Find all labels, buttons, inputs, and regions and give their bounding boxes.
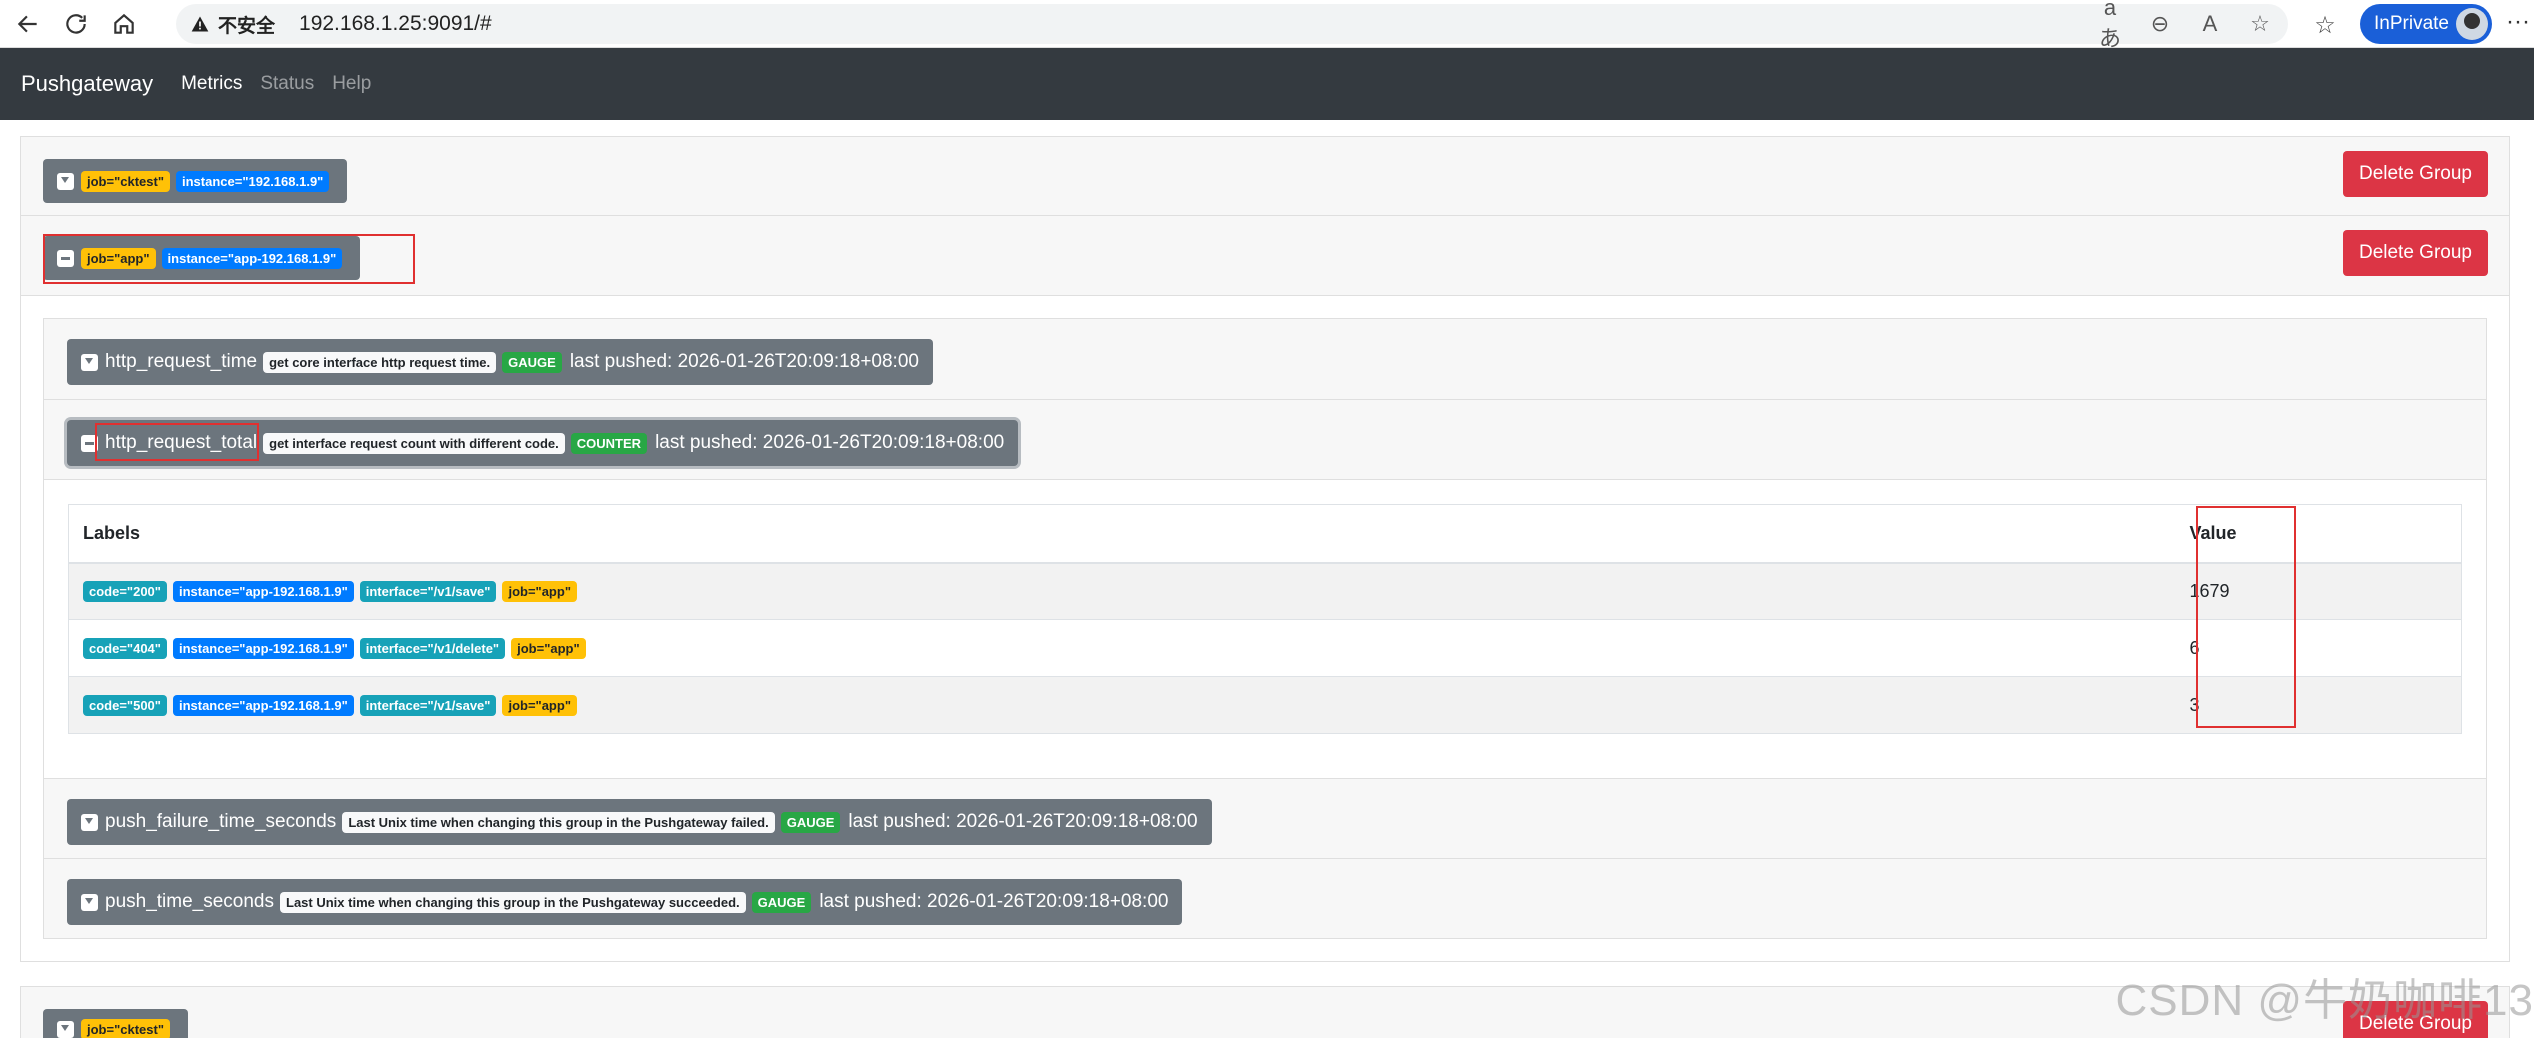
table-row: code="200" instance="app-192.168.1.9" inte… (68, 562, 2462, 620)
value-cell: 3 (2175, 676, 2462, 734)
metric-row: http_request_time get core interface htt… (44, 319, 2486, 399)
label-badge: job="app" (511, 638, 586, 659)
label-badge: instance="app-192.168.1.9" (172, 581, 354, 603)
security-label: 不安全 (218, 15, 276, 37)
label-badge: code="500" (83, 695, 167, 716)
brand-link[interactable]: Pushgateway (21, 71, 153, 97)
expand-icon (57, 1020, 74, 1038)
expand-icon (81, 353, 98, 371)
home-icon[interactable] (104, 4, 144, 44)
address-bar[interactable]: 不安全 192.168.1.25:9091/# aあ ⊖ A ☆ (176, 0, 2288, 51)
metric-detail: Labels Value code="200" instance="app-192… (44, 479, 2486, 778)
label-badge: instance="192.168.1.9" (176, 170, 330, 192)
metric-toggle-button[interactable]: push_failure_time_seconds Last Unix time… (67, 799, 1212, 845)
labels-header: Labels (68, 504, 2176, 564)
label-badge: interface="/v1/delete" (359, 638, 506, 659)
last-pushed: last pushed: 2026-01-26T20:09:18+08:00 (848, 811, 1198, 832)
metric-name: http_request_time (105, 351, 258, 372)
label-badge: job="cktest" (81, 170, 170, 192)
read-aloud-icon[interactable]: aあ (2096, 0, 2124, 53)
metric-row: http_request_total get interface request… (44, 399, 2486, 479)
group-header: job="app" instance="app-192.168.1.9" Del… (20, 216, 2510, 296)
label-badge: instance="app-192.168.1.9" (161, 247, 343, 269)
last-pushed: last pushed: 2026-01-26T20:09:18+08:00 (655, 432, 1005, 453)
value-cell: 1679 (2175, 562, 2462, 620)
label-badge: job="app" (502, 581, 577, 603)
label-badge: instance="app-192.168.1.9" (172, 638, 354, 659)
metric-toggle-button[interactable]: http_request_total get interface request… (67, 420, 1019, 466)
metric-row: push_failure_time_seconds Last Unix time… (44, 778, 2486, 858)
type-badge: GAUGE (780, 811, 841, 833)
help-badge: Last Unix time when changing this group … (280, 891, 746, 913)
value-cell: 6 (2175, 619, 2462, 677)
label-badge: code="404" (83, 638, 167, 659)
favorite-star-icon[interactable]: ☆ (2246, 11, 2274, 37)
table-row: code="500" instance="app-192.168.1.9" inte… (68, 676, 2462, 734)
group-toggle-button[interactable]: job="cktest" instance="192.168.1.9" (43, 159, 348, 203)
metrics-content: job="cktest" instance="192.168.1.9" Dele… (20, 136, 2510, 1038)
collapse-icon (57, 249, 74, 267)
delete-group-button[interactable]: Delete Group (2342, 230, 2488, 276)
back-icon[interactable] (8, 4, 48, 44)
help-badge: get core interface http request time. (263, 351, 497, 373)
metric-name: push_failure_time_seconds (105, 811, 337, 832)
more-menu-icon[interactable]: ··· (2506, 8, 2530, 36)
metric-name: http_request_total (105, 432, 258, 453)
label-badge: interface="/v1/save" (359, 581, 497, 603)
metric-toggle-button[interactable]: http_request_time get core interface htt… (67, 339, 933, 385)
expand-icon (57, 172, 74, 190)
collapse-icon (81, 434, 98, 452)
last-pushed: last pushed: 2026-01-26T20:09:18+08:00 (819, 891, 1169, 912)
labels-cell: code="500" instance="app-192.168.1.9" inte… (68, 676, 2176, 734)
inprivate-label: InPrivate (2374, 13, 2449, 34)
metric-list: http_request_time get core interface htt… (43, 318, 2487, 939)
table-row: code="404" instance="app-192.168.1.9" inte… (68, 619, 2462, 677)
app-navbar: Pushgateway Metrics Status Help (0, 48, 2534, 120)
group-toggle-button[interactable]: job="cktest" (43, 1009, 188, 1038)
labels-cell: code="404" instance="app-192.168.1.9" inte… (68, 619, 2176, 677)
expand-icon (81, 893, 98, 911)
group-body: http_request_time get core interface htt… (20, 296, 2510, 962)
zoom-icon[interactable]: ⊖ (2146, 11, 2174, 37)
inprivate-button[interactable]: InPrivate (2360, 4, 2492, 44)
label-badge: job="app" (81, 247, 156, 269)
last-pushed: last pushed: 2026-01-26T20:09:18+08:00 (569, 351, 919, 372)
labels-cell: code="200" instance="app-192.168.1.9" inte… (68, 562, 2176, 620)
address-bar-actions: aあ ⊖ A ☆ (2096, 0, 2274, 51)
metric-row: push_time_seconds Last Unix time when ch… (44, 858, 2486, 938)
nav-metrics[interactable]: Metrics (181, 73, 242, 95)
group-header: job="cktest" instance="192.168.1.9" Dele… (20, 136, 2510, 216)
url-text[interactable]: 192.168.1.25:9091/# (299, 12, 492, 36)
refresh-icon[interactable] (56, 4, 96, 44)
warning-icon (191, 16, 209, 32)
watermark: CSDN @牛奶咖啡13 (2115, 976, 2534, 1025)
type-badge: GAUGE (502, 351, 562, 373)
metric-name: push_time_seconds (105, 891, 274, 912)
insecure-warning[interactable]: 不安全 (190, 11, 275, 38)
nav-help[interactable]: Help (332, 73, 371, 95)
favorites-icon[interactable]: ☆ (2308, 8, 2342, 42)
label-badge: interface="/v1/save" (359, 695, 497, 716)
expand-icon (81, 813, 98, 831)
label-badge: job="app" (502, 695, 577, 716)
profile-avatar-icon (2456, 8, 2488, 40)
delete-group-button[interactable]: Delete Group (2342, 151, 2488, 197)
label-badge: instance="app-192.168.1.9" (172, 695, 354, 716)
metric-samples-table: Labels Value code="200" instance="app-192… (68, 504, 2462, 734)
type-badge: COUNTER (570, 432, 648, 454)
group-toggle-button[interactable]: job="app" instance="app-192.168.1.9" (43, 236, 361, 280)
metric-toggle-button[interactable]: push_time_seconds Last Unix time when ch… (67, 879, 1183, 925)
label-badge: job="cktest" (81, 1018, 170, 1038)
type-badge: GAUGE (751, 891, 812, 913)
immersive-reader-icon[interactable]: A (2196, 11, 2224, 37)
browser-toolbar: 不安全 192.168.1.25:9091/# aあ ⊖ A ☆ ☆ InPri… (0, 0, 2534, 51)
nav-status[interactable]: Status (260, 73, 314, 95)
help-badge: get interface request count with differe… (263, 432, 565, 454)
help-badge: Last Unix time when changing this group … (342, 811, 775, 833)
label-badge: code="200" (83, 581, 167, 603)
value-header: Value (2175, 504, 2462, 564)
